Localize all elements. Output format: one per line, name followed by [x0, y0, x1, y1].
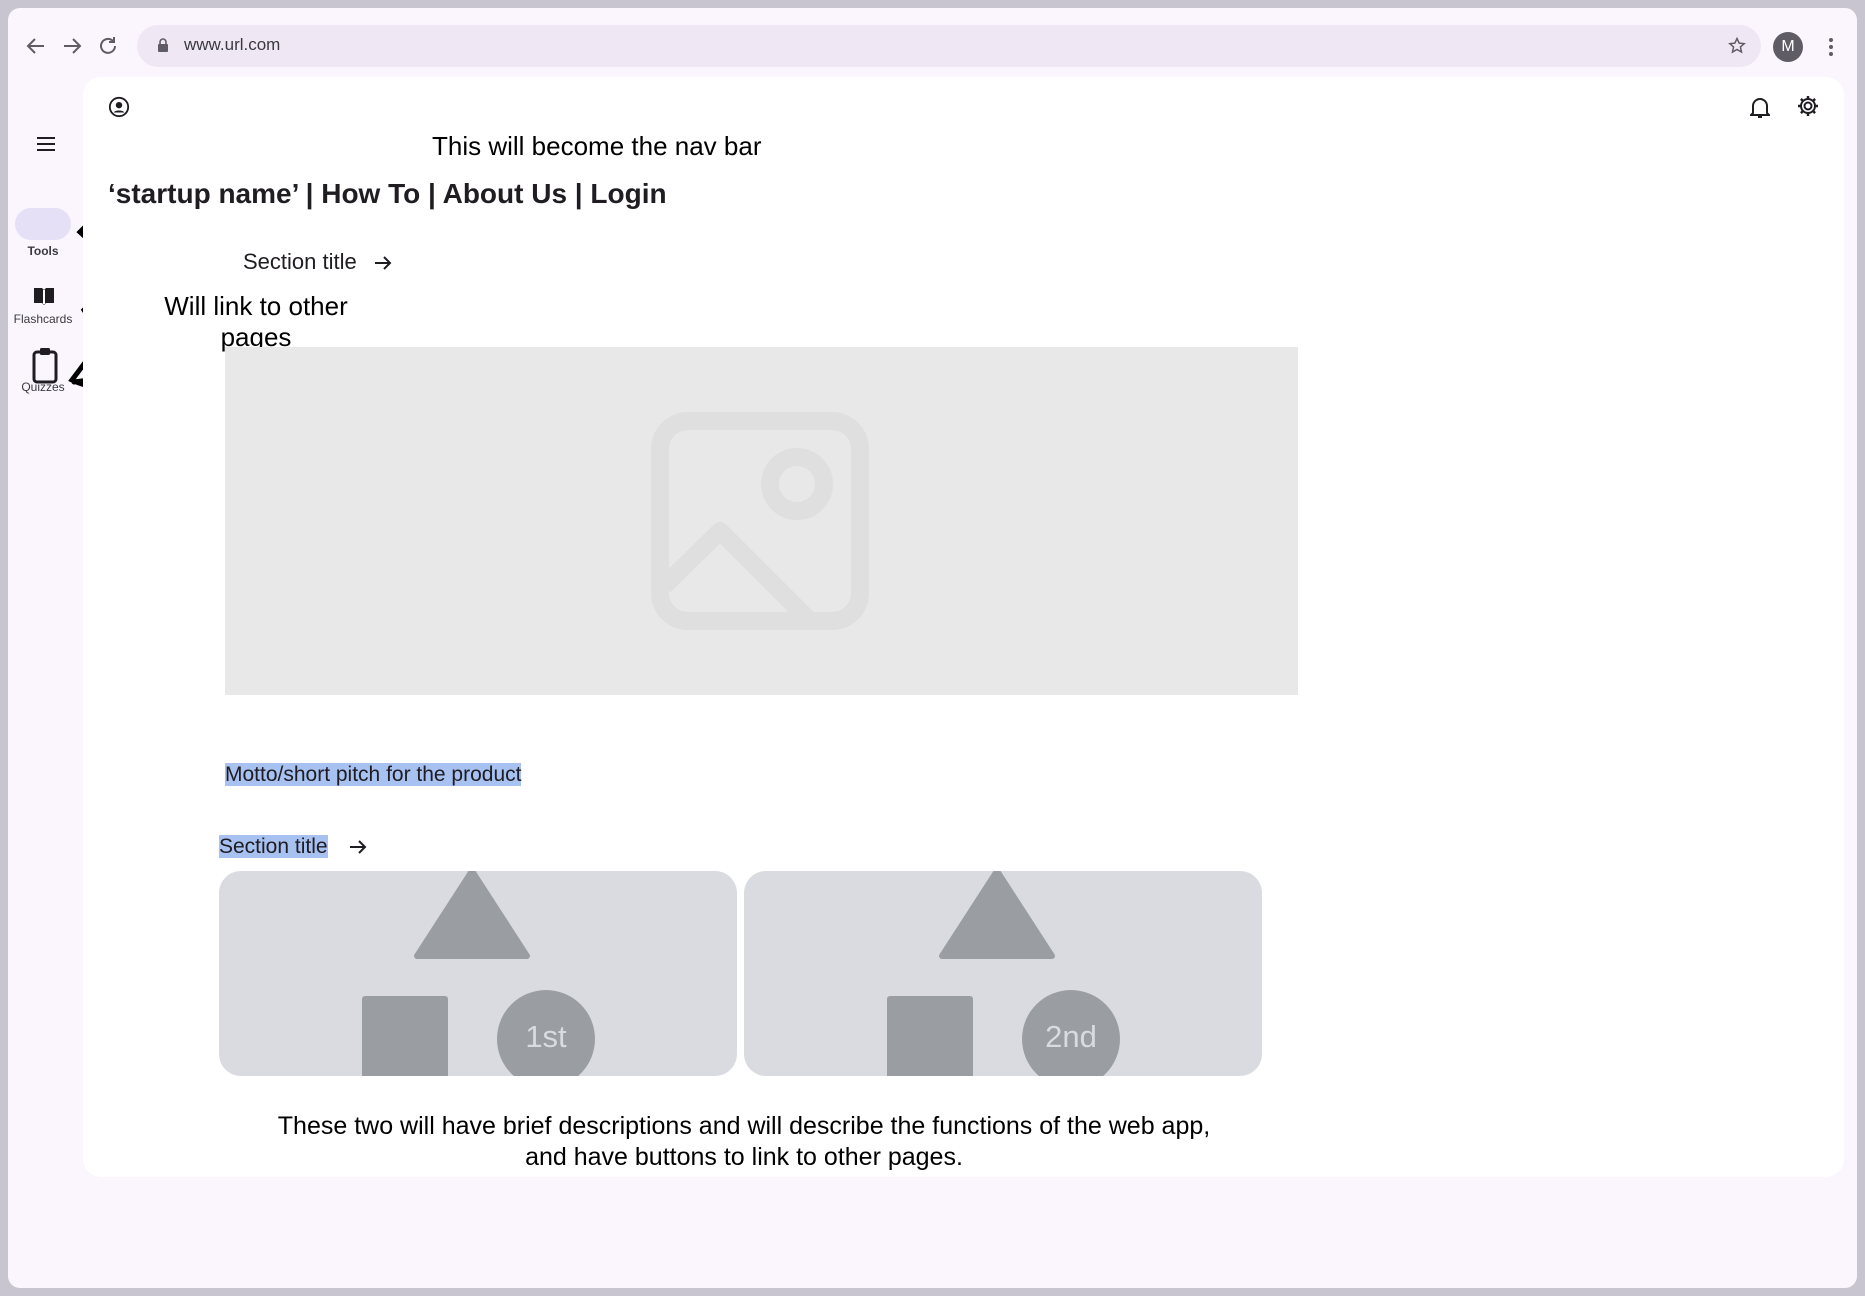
url-text: www.url.com	[184, 35, 281, 54]
annotation-line: Will link to other	[164, 291, 348, 321]
annotation-nav-note: This will become the nav bar	[432, 131, 762, 161]
rail-item-label: Tools	[27, 244, 59, 258]
feature-tile-1[interactable]: 1st	[219, 871, 737, 1076]
hero-image-placeholder	[225, 347, 1298, 695]
forward-arrow-icon[interactable]	[60, 34, 84, 58]
nav-bar-text: ‘startup name’ | How To | About Us | Log…	[108, 178, 667, 209]
tile-badge: 1st	[525, 1019, 567, 1054]
arrow-forward-icon[interactable]	[373, 253, 393, 273]
address-bar[interactable]: www.url.com	[137, 25, 1761, 67]
feature-tile-2[interactable]: 2nd	[744, 871, 1262, 1076]
motto-highlight: Motto/short pitch for the product	[225, 763, 522, 786]
annotation-bottom-note: These two will have brief descriptions a…	[219, 1111, 1269, 1173]
rail-item-label: Flashcards	[13, 312, 73, 326]
hamburger-menu-icon[interactable]	[36, 136, 56, 152]
book-icon[interactable]	[32, 286, 56, 306]
section-title: Section title	[243, 249, 357, 274]
tile-badge: 2nd	[1045, 1019, 1097, 1054]
image-placeholder-icon	[651, 412, 869, 630]
bookmark-star-icon[interactable]	[1727, 36, 1747, 56]
profile-avatar[interactable]: M	[1773, 32, 1803, 62]
shapes-placeholder-icon	[887, 871, 1120, 1076]
rail-item-tools[interactable]	[15, 208, 71, 240]
browser-window: www.url.com M Tools Flashcards Quizzes T…	[8, 8, 1857, 1288]
settings-gear-icon[interactable]	[1796, 94, 1820, 118]
reload-icon[interactable]	[96, 34, 120, 58]
back-arrow-icon[interactable]	[24, 34, 48, 58]
arrow-forward-icon[interactable]	[348, 837, 368, 857]
clipboard-icon[interactable]	[31, 346, 59, 384]
section-title-2: Section title	[219, 835, 328, 859]
annotation-link-note: Will link to other pages	[156, 291, 356, 353]
notifications-bell-icon[interactable]	[1750, 95, 1770, 119]
shapes-placeholder-icon	[362, 871, 595, 1076]
account-circle-icon[interactable]	[108, 96, 130, 118]
annotation-line: and have buttons to link to other pages.	[525, 1143, 963, 1171]
lock-icon	[158, 38, 168, 52]
motto-text: Motto/short pitch for the product	[225, 763, 522, 787]
annotation-line: These two will have brief descriptions a…	[277, 1112, 1211, 1140]
section-title-highlight: Section title	[219, 835, 328, 858]
more-vert-icon[interactable]	[1828, 37, 1834, 57]
browser-toolbar: www.url.com M	[8, 8, 1857, 76]
